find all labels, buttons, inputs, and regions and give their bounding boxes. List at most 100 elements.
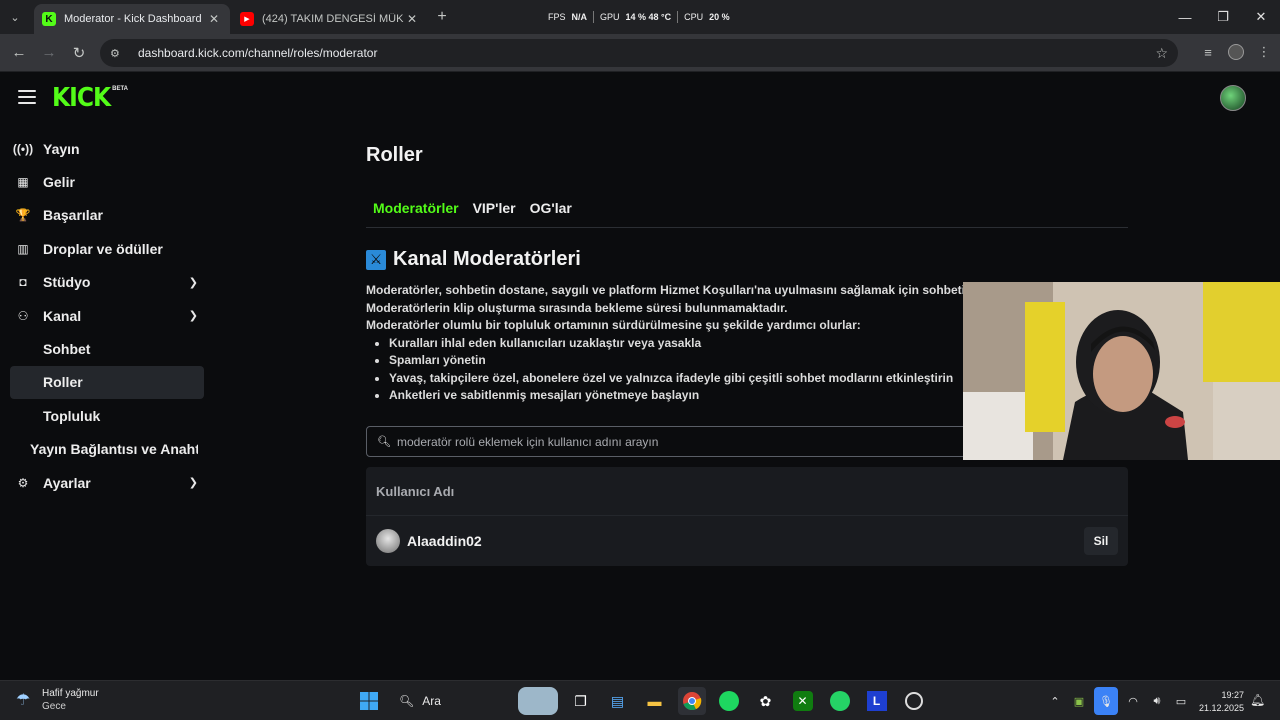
microphone-icon[interactable]: 🎙︎ [1094,687,1118,715]
close-tab-icon[interactable]: ✕ [206,12,222,26]
file-explorer-icon[interactable]: ▬ [641,687,669,715]
description-line: Moderatörler, sohbetin dostane, saygılı … [366,283,976,297]
sidebar-item-kanal[interactable]: ⚇ Kanal ❯ [10,299,204,332]
sidebar-item-yayin[interactable]: ((•)) Yayın [10,132,204,165]
more-menu-icon[interactable]: ⋮ [1254,42,1274,62]
obs-icon[interactable] [900,687,928,715]
sidebar-item-label: Yayın Bağlantısı ve Anahtarı [30,441,198,458]
tab-vips[interactable]: VIP'ler [466,194,523,227]
site-info-icon[interactable]: ⚙ [110,47,126,60]
bookmark-star-icon[interactable]: ☆ [1155,45,1168,62]
taskbar-search[interactable]: 🔍︎ Ara [391,687,509,715]
search-icon: 🔍︎ [399,694,415,708]
page-title: Roller [366,144,423,166]
tab-moderators[interactable]: Moderatörler [366,194,466,227]
kick-favicon-icon: K [42,12,56,26]
forward-arrow-icon[interactable]: → [34,38,64,68]
user-avatar[interactable] [1220,85,1246,111]
address-bar[interactable]: ⚙ dashboard.kick.com/channel/roles/moder… [100,39,1178,67]
sidebar-item-ayarlar[interactable]: ⚙ Ayarlar ❯ [10,466,204,499]
section-title: Kanal Moderatörleri [393,248,581,270]
studio-icon: ◘ [19,275,27,290]
moderator-table: Kullanıcı Adı Alaaddin02 Sil [366,467,1128,566]
task-view-icon[interactable]: ❐ [567,687,595,715]
spotify-icon[interactable] [715,687,743,715]
username[interactable]: Alaaddin02 [407,533,1084,549]
close-window-icon[interactable]: ✕ [1242,0,1280,34]
channel-icon: ⚇ [17,308,29,323]
fps-value: N/A [571,12,588,22]
description-line: Moderatörlerin klip oluşturma sırasında … [366,300,788,315]
description-line: Moderatörler olumlu bir topluluk ortamın… [366,318,861,332]
system-clock[interactable]: 19:27 21.12.2025 [1194,689,1244,715]
widget-picture-icon[interactable] [517,687,558,715]
search-icon: 🔍︎ [377,436,391,448]
windows-start-icon[interactable] [355,687,383,715]
restore-icon[interactable]: ❐ [1204,0,1242,34]
l-app-icon[interactable]: L [863,687,891,715]
battery-icon[interactable]: ▭ [1172,690,1190,712]
sidebar-item-topluluk[interactable]: Topluluk [10,399,204,432]
fps-label: FPS [548,12,566,22]
logo-wordmark: KICK [52,83,111,113]
clock-time: 19:27 [1221,690,1244,700]
reload-icon[interactable]: ↻ [64,38,94,68]
tab-youtube[interactable]: ▶ (424) TAKIM DENGESİ MÜKEMMEL ✕ [232,4,428,34]
tab-ogs[interactable]: OG'lar [523,194,579,227]
windows-taskbar: ☂ Hafif yağmur Gece 🔍︎ Ara ❐ ▤ ▬ ✿ ✕ L ⌃… [0,680,1280,720]
broadcast-icon: ((•)) [12,141,34,156]
back-arrow-icon[interactable]: ← [4,38,34,68]
chevron-down-icon: ❯ [188,477,198,490]
weather-widget[interactable]: ☂ Hafif yağmur Gece [16,687,99,713]
sidebar-item-roller[interactable]: Roller [10,365,204,400]
minimize-icon[interactable]: — [1166,0,1204,34]
gpu-label: GPU [600,12,620,22]
sidebar-item-basarilar[interactable]: 🏆 Başarılar [10,199,204,232]
tab-kick-dashboard[interactable]: K Moderator - Kick Dashboard ✕ [34,4,230,34]
store-icon[interactable]: ▤ [604,687,632,715]
drops-icon: ▥ [17,241,29,256]
moderator-abilities-list: Kuralları ihlal eden kullanıcıları uzakl… [389,335,966,405]
close-tab-icon[interactable]: ✕ [404,12,420,26]
toolbar-actions: ≡ ⋮ [1198,42,1274,62]
sidebar-item-droplar[interactable]: ▥ Droplar ve ödüller [10,232,204,265]
sidebar-item-label: Yayın [43,140,80,157]
sidebar-item-label: Gelir [43,174,75,191]
taskbar-apps: 🔍︎ Ara ❐ ▤ ▬ ✿ ✕ L [350,687,932,715]
moderator-sword-icon: ⚔ [366,249,386,270]
trophy-icon: 🏆 [15,208,31,223]
new-tab-icon[interactable]: + [432,8,452,28]
tray-overflow-chevron-icon[interactable]: ⌃ [1046,690,1064,712]
settings-icon: ⚙ [17,475,29,490]
url-text: dashboard.kick.com/channel/roles/moderat… [138,46,378,60]
sidebar-item-label: Ayarlar [43,474,91,491]
chatgpt-icon[interactable]: ✿ [752,687,780,715]
sidebar-item-gelir[interactable]: ▦ Gelir [10,165,204,198]
wifi-icon[interactable]: ◠ [1124,690,1142,712]
sidebar-item-studyo[interactable]: ◘ Stüdyo ❯ [10,266,204,299]
sidebar-item-yayin-baglantisi[interactable]: Yayın Bağlantısı ve Anahtarı [10,433,204,466]
weather-condition: Hafif yağmur [42,688,99,699]
list-item: Spamları yönetin [389,352,966,370]
clock-date: 21.12.2025 [1198,703,1244,713]
kick-logo[interactable]: KICK BETA [52,83,128,113]
media-controls-icon[interactable]: ≡ [1198,42,1218,62]
chrome-icon[interactable] [677,687,706,715]
sidebar-item-label: Başarılar [43,207,103,224]
remove-moderator-button[interactable]: Sil [1084,527,1118,555]
hamburger-menu-icon[interactable] [18,90,36,104]
sidebar-item-sohbet[interactable]: Sohbet [10,332,204,365]
browser-tab-bar: ⌄ K Moderator - Kick Dashboard ✕ ▶ (424)… [0,0,1280,34]
rain-umbrella-icon: ☂ [16,692,31,709]
volume-icon[interactable]: 🔊︎ [1148,690,1166,712]
tab-search-chevron-icon[interactable]: ⌄ [0,0,30,34]
revenue-icon: ▦ [17,175,29,190]
kick-dashboard-page: KICK BETA ((•)) Yayın ▦ Gelir 🏆 Başarıla… [0,72,1280,680]
xbox-icon[interactable]: ✕ [789,687,817,715]
tray-app-icon[interactable]: ▣ [1070,690,1088,712]
search-label: Ara [422,694,441,708]
whatsapp-icon[interactable] [826,687,854,715]
notification-bell-icon[interactable]: 🔔︎ [1250,693,1265,707]
sidebar: ((•)) Yayın ▦ Gelir 🏆 Başarılar ▥ Dropla… [10,132,204,499]
profile-avatar[interactable] [1228,44,1244,60]
